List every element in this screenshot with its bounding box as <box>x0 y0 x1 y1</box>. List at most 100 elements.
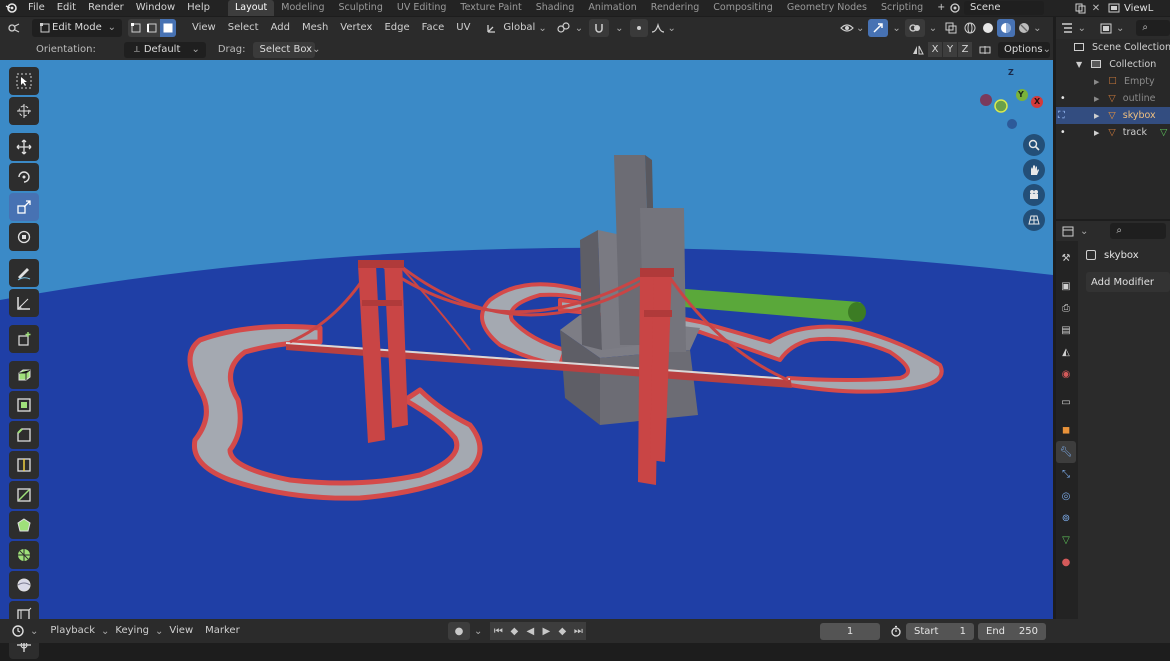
blender-logo-icon[interactable] <box>0 0 22 16</box>
face-select-icon[interactable] <box>160 19 176 37</box>
navigation-gizmo[interactable]: Z Y X <box>970 64 1050 144</box>
mode-dropdown[interactable]: Edit Mode ⌄ <box>32 19 122 37</box>
solid-shading-icon[interactable] <box>979 22 997 34</box>
spin-tool[interactable] <box>9 541 39 569</box>
inset-tool[interactable] <box>9 391 39 419</box>
select-box-tool[interactable] <box>9 67 39 95</box>
menu-help[interactable]: Help <box>181 0 216 16</box>
particles-tab[interactable]: ⤡ <box>1056 463 1076 485</box>
current-frame-field[interactable]: 1 <box>820 622 880 640</box>
orientation-dropdown[interactable]: ⟂ Default ⌄ <box>123 41 206 58</box>
outliner-collection[interactable]: ▼ Collection <box>1056 56 1170 73</box>
stopwatch-icon[interactable] <box>886 625 906 637</box>
outliner-item-empty[interactable]: ▶ ☐ Empty <box>1056 73 1170 90</box>
perspective-toggle-button[interactable] <box>1023 209 1045 231</box>
tab-geometry-nodes[interactable]: Geometry Nodes <box>780 0 874 16</box>
3d-viewport[interactable] <box>0 60 1053 619</box>
jump-end-button[interactable]: ⏭ <box>570 622 587 640</box>
scene-selector[interactable]: Scene <box>946 0 1044 16</box>
camera-view-button[interactable] <box>1023 184 1045 206</box>
menu-face[interactable]: Face <box>416 19 451 37</box>
visibility-eye-icon[interactable] <box>838 23 856 33</box>
wireframe-shading-icon[interactable] <box>961 22 979 34</box>
tool-tab[interactable]: ⚒ <box>1056 247 1076 269</box>
falloff-curve-icon[interactable] <box>648 23 668 33</box>
collection-tab[interactable]: ▭ <box>1056 391 1076 413</box>
menu-edge[interactable]: Edge <box>378 19 415 37</box>
start-frame-field[interactable]: Start 1 <box>906 622 974 640</box>
gizmo-toggle-icon[interactable] <box>868 19 889 37</box>
view-layer-tab[interactable]: ▤ <box>1056 319 1076 341</box>
modifier-tab[interactable]: 🔧︎ <box>1056 441 1076 463</box>
tab-scripting[interactable]: Scripting <box>874 0 930 16</box>
edge-select-icon[interactable] <box>144 19 160 37</box>
constraints-tab[interactable]: ⊚ <box>1056 507 1076 529</box>
prev-keyframe-button[interactable]: ◆ <box>506 622 523 640</box>
outliner-editor-icon[interactable] <box>1056 22 1078 34</box>
add-modifier-button[interactable]: Add Modifier <box>1086 272 1170 292</box>
outliner-item-outline[interactable]: • ▶ ▽ outline <box>1056 90 1170 107</box>
topology-mirror-icon[interactable] <box>976 44 994 56</box>
tab-animation[interactable]: Animation <box>581 0 643 16</box>
menu-vertex[interactable]: Vertex <box>334 19 378 37</box>
properties-editor-icon[interactable] <box>1056 226 1080 237</box>
menu-add[interactable]: Add <box>265 19 296 37</box>
tab-modeling[interactable]: Modeling <box>274 0 331 16</box>
transform-orientation-dropdown[interactable]: Global ⌄ <box>484 19 547 37</box>
expand-arrow-icon[interactable]: ▶ <box>1094 78 1099 86</box>
menu-keying[interactable]: Keying <box>109 622 155 640</box>
pivot-link-icon[interactable] <box>553 22 575 34</box>
options-dropdown[interactable]: Options ⌄ <box>998 41 1051 58</box>
move-tool[interactable] <box>9 133 39 161</box>
menu-playback[interactable]: Playback <box>44 622 101 640</box>
tab-texture-paint[interactable]: Texture Paint <box>453 0 528 16</box>
display-mode-icon[interactable] <box>1096 23 1116 34</box>
expand-arrow-icon[interactable]: ▶ <box>1094 112 1099 120</box>
extrude-tool[interactable] <box>9 361 39 389</box>
bevel-tool[interactable] <box>9 421 39 449</box>
material-tab[interactable]: ● <box>1056 551 1076 573</box>
view-layer-name[interactable]: ViewL <box>1124 3 1153 14</box>
object-name-label[interactable]: skybox <box>1104 250 1139 261</box>
world-tab[interactable]: ◉ <box>1056 363 1076 385</box>
rendered-shading-icon[interactable] <box>1015 22 1033 34</box>
rotate-tool[interactable] <box>9 163 39 191</box>
next-keyframe-button[interactable]: ◆ <box>554 622 571 640</box>
snap-icon[interactable] <box>589 19 610 37</box>
menu-view[interactable]: View <box>186 19 222 37</box>
menu-select[interactable]: Select <box>222 19 265 37</box>
close-scene-icon[interactable]: ✕ <box>1088 3 1104 14</box>
smooth-tool[interactable] <box>9 571 39 599</box>
xray-toggle-icon[interactable] <box>941 22 961 34</box>
tab-rendering[interactable]: Rendering <box>644 0 707 16</box>
scene-render[interactable] <box>0 60 1053 619</box>
proportional-edit-icon[interactable] <box>629 19 648 37</box>
menu-render[interactable]: Render <box>82 0 130 16</box>
outliner-search-field[interactable]: ⌕ <box>1136 20 1170 36</box>
expand-arrow-icon[interactable]: ▶ <box>1094 129 1099 137</box>
play-reverse-button[interactable]: ◀ <box>522 622 539 640</box>
physics-tab[interactable]: ◎ <box>1056 485 1076 507</box>
copy-scene-icon[interactable] <box>1072 3 1088 14</box>
measure-tool[interactable] <box>9 289 39 317</box>
scale-tool[interactable] <box>9 193 39 221</box>
menu-file[interactable]: File <box>22 0 51 16</box>
tab-shading[interactable]: Shading <box>529 0 582 16</box>
tab-sculpting[interactable]: Sculpting <box>331 0 389 16</box>
visibility-dot-icon[interactable]: • <box>1060 90 1066 107</box>
menu-uv[interactable]: UV <box>450 19 476 37</box>
poly-build-tool[interactable] <box>9 511 39 539</box>
editor-type-icon[interactable] <box>0 17 28 39</box>
add-cube-tool[interactable] <box>9 325 39 353</box>
jump-start-button[interactable]: ⏮ <box>490 622 507 640</box>
drag-dropdown[interactable]: Select Box ⌄ <box>253 41 321 58</box>
menu-edit[interactable]: Edit <box>51 0 82 16</box>
end-frame-field[interactable]: End 250 <box>978 622 1046 640</box>
menu-timeline-view[interactable]: View <box>163 622 199 640</box>
overlays-icon[interactable] <box>904 19 925 37</box>
record-button[interactable]: ● <box>448 622 470 640</box>
play-button[interactable]: ▶ <box>538 622 555 640</box>
transform-tool[interactable] <box>9 223 39 251</box>
tab-compositing[interactable]: Compositing <box>706 0 780 16</box>
menu-marker[interactable]: Marker <box>199 622 246 640</box>
